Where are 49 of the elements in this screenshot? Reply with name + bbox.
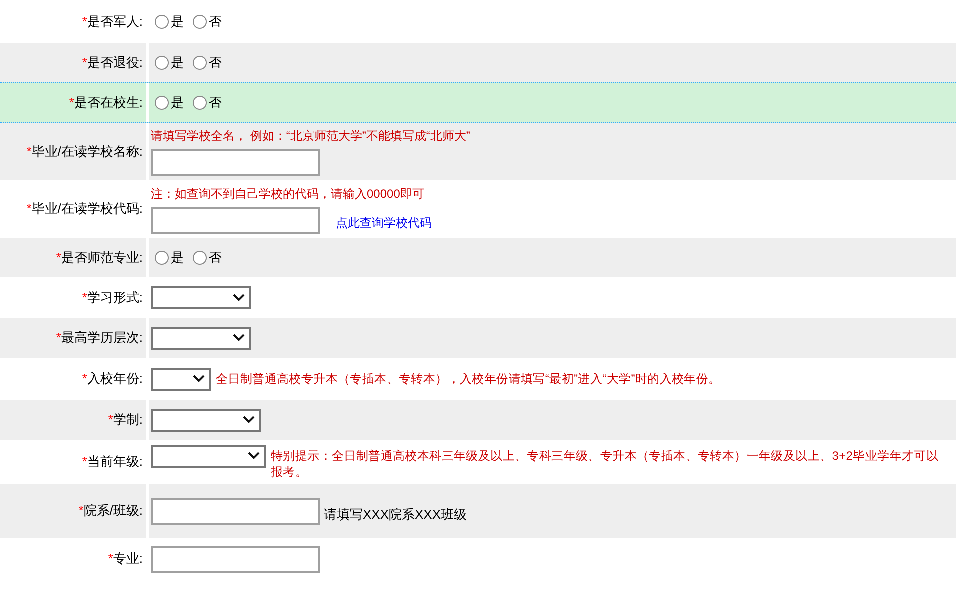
radio-label: 是 <box>171 54 184 72</box>
hint-text: 请填写学校全名， 例如：“北京师范大学”不能填写成“北师大” <box>151 128 470 145</box>
field-label: *是否师范专业: <box>56 248 143 267</box>
field-label: *院系/班级: <box>78 502 143 520</box>
dropdown[interactable] <box>151 444 266 468</box>
hint-text: 请填写XXX院系XXX班级 <box>324 506 468 524</box>
radio-label: 是 <box>171 94 184 112</box>
field-label: *毕业/在读学校名称: <box>26 142 143 161</box>
hint-text: 特别提示：全日制普通高校本科三年级及以上、专科三年级、专升本（专插本、专转本）一年级及以上、3+2毕业学年才可以报考。 <box>271 448 940 480</box>
caret-icon <box>243 416 255 424</box>
dropdown[interactable] <box>151 368 211 390</box>
radio-label: 是 <box>171 248 184 267</box>
input-field[interactable] <box>151 149 320 176</box>
field-label: *是否退役: <box>82 54 143 72</box>
radio-button[interactable] <box>193 14 207 28</box>
dropdown[interactable] <box>151 326 251 350</box>
field-label: *是否军人: <box>82 12 143 31</box>
hint-text: 全日制普通高校专升本（专插本、专转本），入校年份请填写“最初”进入“大学”时的入校年份。 <box>216 370 721 386</box>
input-field[interactable] <box>151 546 320 572</box>
field-label: *专业: <box>108 550 143 568</box>
radio-label: 否 <box>209 54 222 72</box>
radio-button[interactable] <box>155 96 169 110</box>
radio-button[interactable] <box>155 250 169 264</box>
dropdown[interactable] <box>151 286 251 309</box>
radio-label: 否 <box>209 248 222 267</box>
caret-icon <box>193 375 205 383</box>
caret-icon <box>233 294 245 302</box>
radio-label: 否 <box>209 12 222 31</box>
field-label: *是否在校生: <box>69 94 143 112</box>
input-field[interactable] <box>151 498 320 524</box>
input-field[interactable] <box>151 206 320 234</box>
field-label: *当前年级: <box>82 453 143 472</box>
caret-icon <box>248 452 260 460</box>
field-label: *学习形式: <box>82 288 143 307</box>
field-label: *毕业/在读学校代码: <box>26 200 143 218</box>
field-label: *最高学历层次: <box>56 329 143 348</box>
hint-text: 注：如查询不到自己学校的代码，请输入00000即可 <box>151 186 426 202</box>
field-label: *入校年份: <box>82 370 143 388</box>
radio-button[interactable] <box>155 14 169 28</box>
radio-button[interactable] <box>193 96 207 110</box>
radio-button[interactable] <box>193 56 207 70</box>
lookup-link[interactable]: 点此查询学校代码 <box>336 214 432 232</box>
radio-button[interactable] <box>193 250 207 264</box>
caret-icon <box>233 334 245 342</box>
dropdown[interactable] <box>151 408 261 432</box>
radio-label: 否 <box>209 94 222 112</box>
field-label: *学制: <box>108 411 143 430</box>
radio-button[interactable] <box>155 56 169 70</box>
radio-label: 是 <box>171 12 184 31</box>
